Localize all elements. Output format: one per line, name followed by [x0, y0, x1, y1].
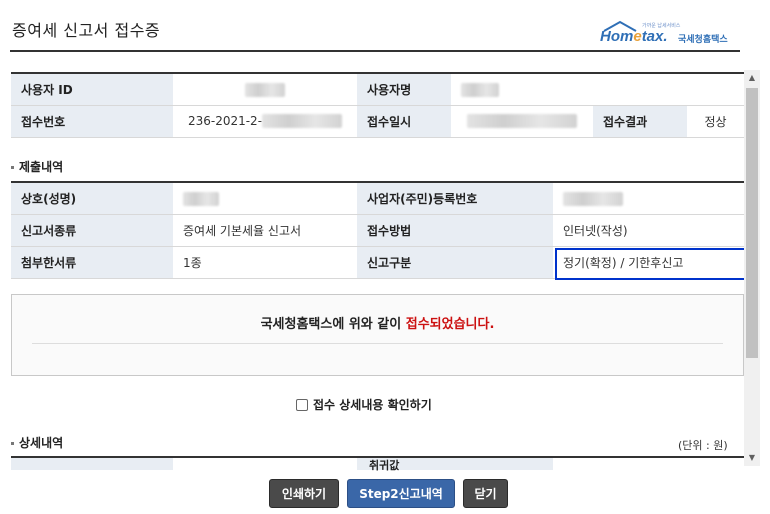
reg-no-value — [553, 181, 744, 215]
report-type-label: 신고서종류 — [11, 214, 173, 247]
method-label: 접수방법 — [357, 214, 553, 247]
reg-no-label: 사업자(주민)등록번호 — [357, 181, 553, 215]
table-row: 신고서종류 증여세 기본세율 신고서 접수방법 인터넷(작성) — [11, 214, 744, 247]
checkbox-icon[interactable] — [296, 398, 308, 411]
scroll-down-icon[interactable]: ▼ — [744, 450, 760, 466]
attach-value: 1종 — [173, 246, 357, 279]
table-row: 접수번호 236-2021-2- 접수일시 접수결과 정상 — [11, 105, 745, 138]
category-label: 신고구분 — [357, 246, 553, 279]
notice-highlight: 접수되었습니다. — [405, 317, 495, 332]
table-row: 상호(성명) 사업자(주민)등록번호 — [11, 181, 744, 215]
notice-divider — [32, 343, 723, 344]
table-row: 사용자 ID 사용자명 — [11, 72, 745, 106]
user-id-value — [173, 72, 357, 106]
notice-message: 국세청홈택스에 위와 같이 접수되었습니다. — [260, 317, 495, 332]
print-button[interactable]: 인쇄하기 — [269, 479, 339, 508]
detail-partial-label: 취귀값 — [369, 459, 400, 472]
report-type-value: 증여세 기본세율 신고서 — [173, 214, 357, 247]
close-button[interactable]: 닫기 — [463, 479, 508, 508]
logo-korean: 국세청홈택스 — [678, 35, 728, 45]
confirm-details-label: 접수 상세내용 확인하기 — [313, 398, 432, 412]
user-info-table: 사용자 ID 사용자명 접수번호 236-2021-2- 접수일시 접수결과 정… — [11, 72, 745, 138]
page-title: 증여세 신고서 접수증 — [12, 21, 161, 40]
user-id-label: 사용자 ID — [11, 72, 173, 106]
button-bar: 인쇄하기 Step2신고내역 닫기 — [0, 476, 770, 510]
scroll-thumb[interactable] — [746, 88, 758, 358]
receipt-date-value — [451, 105, 593, 138]
vertical-scrollbar[interactable]: ▲ ▼ — [744, 70, 760, 466]
detail-section-title: 상세내역 — [11, 434, 63, 451]
receipt-no-label: 접수번호 — [11, 105, 173, 138]
receipt-result-label: 접수결과 — [593, 105, 687, 138]
method-value: 인터넷(작성) — [553, 214, 744, 247]
unit-label: (단위 : 원) — [678, 439, 728, 452]
notice-box: 국세청홈택스에 위와 같이 접수되었습니다. — [11, 294, 744, 376]
scroll-up-icon[interactable]: ▲ — [744, 70, 760, 86]
receipt-no-value: 236-2021-2- — [173, 105, 357, 138]
step2-report-button[interactable]: Step2신고내역 — [347, 479, 455, 508]
receipt-date-label: 접수일시 — [357, 105, 451, 138]
confirm-details-checkbox[interactable]: 접수 상세내용 확인하기 — [296, 396, 432, 413]
hometax-logo: 가까운 납세서비스 Hometax. 국세청홈택스 — [600, 20, 740, 46]
user-name-value — [451, 72, 745, 106]
user-name-label: 사용자명 — [357, 72, 451, 106]
name-value — [173, 181, 357, 215]
attach-label: 첨부한서류 — [11, 246, 173, 279]
header: 증여세 신고서 접수증 가까운 납세서비스 Hometax. 국세청홈택스 — [0, 0, 770, 52]
category-highlight-box — [555, 248, 746, 280]
submission-section-title: 제출내역 — [11, 158, 63, 175]
name-label: 상호(성명) — [11, 181, 173, 215]
logo-wordmark: Hometax. — [600, 28, 668, 45]
title-divider — [10, 50, 740, 52]
receipt-result-value: 정상 — [687, 105, 745, 138]
detail-table-partial: 취귀값 — [11, 458, 744, 472]
